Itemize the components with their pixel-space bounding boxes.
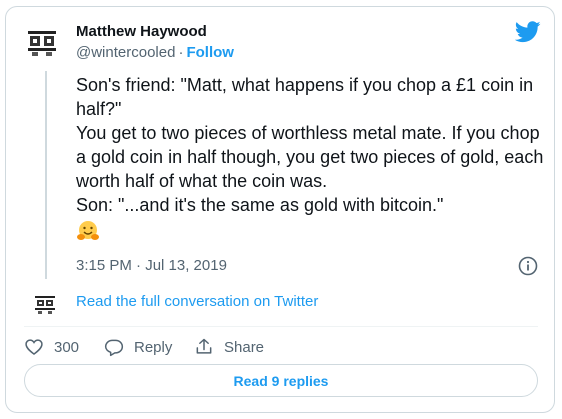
share-icon [196,338,212,354]
like-button[interactable]: 300 [24,337,79,357]
conversation-avatar [35,296,55,314]
read-conversation-link[interactable]: Read the full conversation on Twitter [76,293,318,310]
share-button[interactable]: Share [194,337,264,357]
twitter-bird-icon[interactable] [515,21,541,43]
avatar[interactable] [24,25,60,61]
tweet-text: Son's friend: "Matt, what happens if you… [76,73,550,249]
thread-line [45,71,47,279]
like-count: 300 [54,338,80,356]
heart-icon [25,339,43,356]
follow-button[interactable]: Follow [186,44,234,61]
author-handle-line: @wintercooled · Follow [76,44,234,61]
info-icon[interactable] [518,256,538,276]
hugging-face-emoji-icon [77,221,99,240]
tweet-line: Son: "...and it's the same as gold with … [76,195,444,215]
divider [24,326,538,327]
tweet-line: Son's friend: "Matt, what happens if you… [76,75,534,119]
tweet-card: Matthew Haywood @wintercooled · Follow Son… [5,6,555,413]
read-replies-button[interactable]: Read 9 replies [24,364,538,397]
share-label: Share [224,338,265,356]
reply-button[interactable]: Reply [104,337,172,357]
tweet-timestamp[interactable]: 3:15 PM · Jul 13, 2019 [76,257,227,274]
separator-dot: · [178,44,184,61]
author-name[interactable]: Matthew Haywood [76,23,207,40]
author-handle[interactable]: @wintercooled [76,44,175,61]
reply-label: Reply [134,338,173,356]
tweet-line: You get to two pieces of worthless metal… [76,123,544,191]
reply-bubble-icon [104,339,124,357]
